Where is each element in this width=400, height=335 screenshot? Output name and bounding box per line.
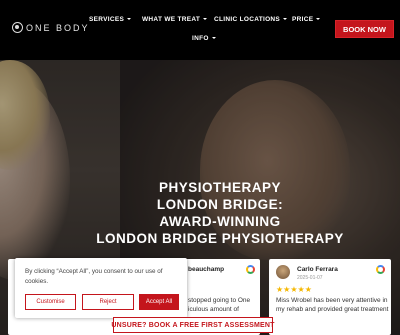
review-text: Miss Wrobel has been very attentive in m… [276, 296, 391, 314]
page-title-line: LONDON BRIDGE: [156, 197, 284, 212]
chevron-down-icon [283, 18, 288, 21]
google-icon [376, 265, 385, 274]
nav-price[interactable]: PRICE [292, 16, 321, 23]
page-title-line: AWARD-WINNING [159, 214, 281, 229]
reviewer-name: Carlo Ferrara [297, 266, 338, 273]
review-text-line: Miss Wrobel has been very attentive in [276, 297, 388, 304]
review-text-line: iculous amount of [188, 306, 239, 313]
page-title-line: LONDON BRIDGE PHYSIOTHERAPY [96, 231, 344, 246]
review-date: 2025-01-07 [297, 275, 323, 281]
nav-services[interactable]: SERVICES [89, 16, 132, 23]
nav-clinic-locations-label: CLINIC LOCATIONS [214, 16, 281, 23]
free-assessment-button[interactable]: UNSURE? BOOK A FREE FIRST ASSESSMENT [111, 317, 274, 333]
nav-info[interactable]: INFO [192, 35, 216, 42]
star-rating: ★★★★★ [276, 285, 312, 294]
review-card[interactable]: Carlo Ferrara 2025-01-07 ★★★★★ Miss Wrob… [269, 259, 391, 335]
nav-what-we-treat[interactable]: WHAT WE TREAT [142, 16, 208, 23]
page-title-line: PHYSIOTHERAPY [158, 180, 282, 195]
nav-services-label: SERVICES [89, 16, 125, 23]
reviewer-name: beauchamp [188, 266, 225, 273]
review-text-line: stopped going to One [188, 297, 251, 304]
accept-all-button[interactable]: Accept All [139, 294, 179, 310]
logo-icon [12, 22, 23, 33]
nav-what-we-treat-label: WHAT WE TREAT [142, 16, 201, 23]
nav-clinic-locations[interactable]: CLINIC LOCATIONS [214, 16, 288, 23]
chevron-down-icon [127, 18, 132, 21]
nav-price-label: PRICE [292, 16, 314, 23]
review-text: stopped going to One iculous amount of [188, 296, 258, 314]
customise-button[interactable]: Customise [25, 294, 76, 310]
google-icon [246, 265, 255, 274]
reject-button[interactable]: Reject [82, 294, 134, 310]
cookie-message: By clicking “Accept All”, you consent to… [25, 268, 163, 285]
nav-info-label: INFO [192, 35, 209, 42]
chevron-down-icon [211, 37, 216, 40]
site-header: ONE BODY SERVICES WHAT WE TREAT CLINIC L… [0, 0, 400, 60]
book-now-button[interactable]: BOOK NOW [335, 20, 394, 38]
logo-text: ONE BODY [26, 22, 90, 33]
logo[interactable]: ONE BODY [12, 22, 90, 33]
chevron-down-icon [316, 18, 321, 21]
page-title: PHYSIOTHERAPY LONDON BRIDGE: AWARD-WINNI… [60, 179, 380, 247]
chevron-down-icon [203, 18, 208, 21]
review-text-line: my rehab and provided great treatment [276, 306, 389, 313]
avatar [276, 265, 290, 279]
cookie-banner: By clicking “Accept All”, you consent to… [15, 258, 187, 318]
